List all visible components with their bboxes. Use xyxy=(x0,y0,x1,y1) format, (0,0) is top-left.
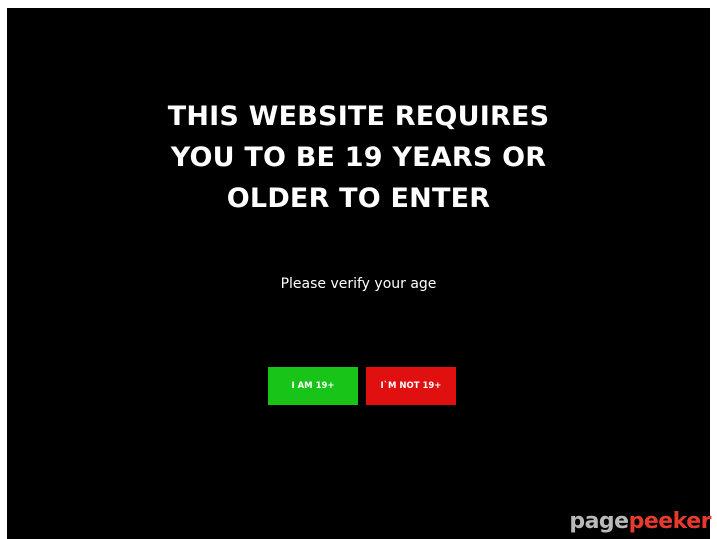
watermark-part-peeker: peeker xyxy=(628,509,712,534)
confirm-age-button[interactable]: I AM 19+ xyxy=(268,367,358,405)
age-gate-overlay: THIS WEBSITE REQUIRES YOU TO BE 19 YEARS… xyxy=(7,8,710,539)
verify-age-text: Please verify your age xyxy=(280,276,437,292)
deny-age-button[interactable]: I`M NOT 19+ xyxy=(366,367,456,405)
watermark-part-page: page xyxy=(569,509,629,534)
pagepeeker-watermark: pagepeeker xyxy=(569,509,711,535)
age-requirement-heading: THIS WEBSITE REQUIRES YOU TO BE 19 YEARS… xyxy=(7,96,710,219)
heading-line-2: YOU TO BE 19 YEARS OR xyxy=(170,142,547,173)
heading-line-3: OLDER TO ENTER xyxy=(226,183,491,214)
heading-line-1: THIS WEBSITE REQUIRES xyxy=(167,101,550,132)
